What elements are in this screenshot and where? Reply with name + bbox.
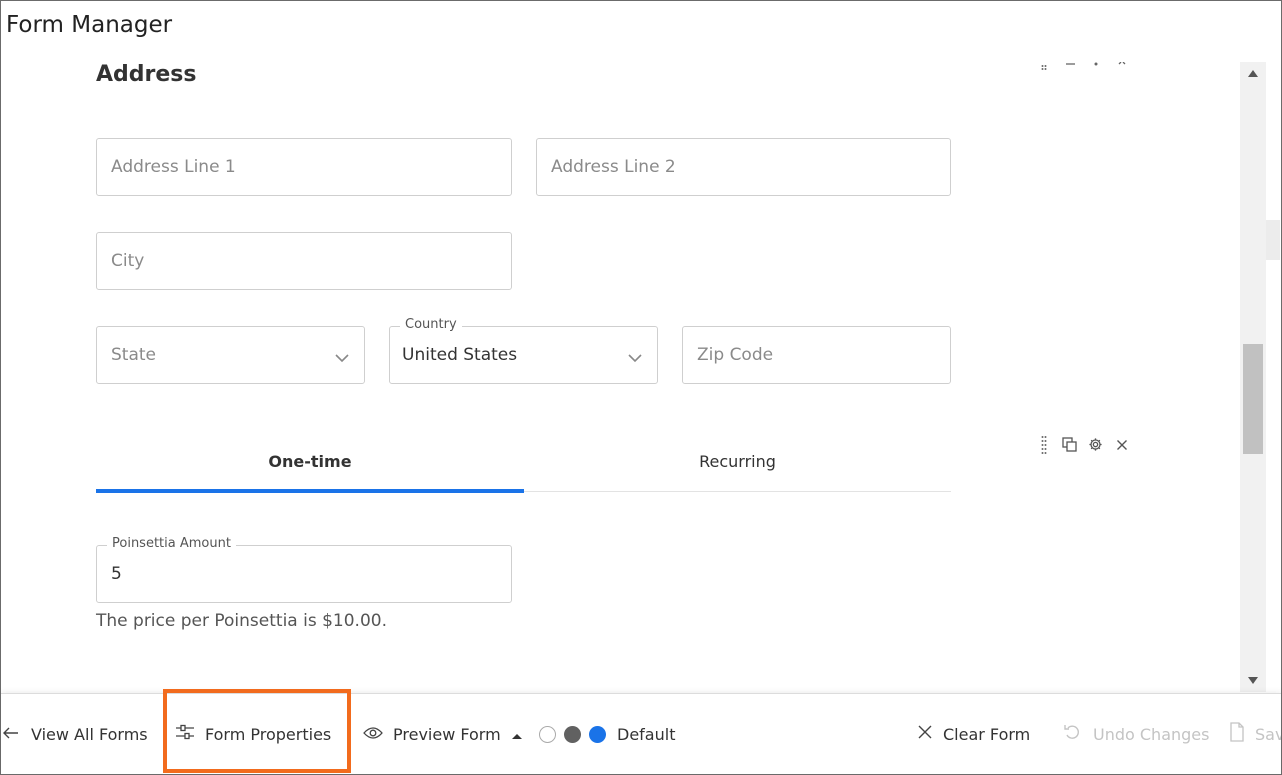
scroll-down-arrow-icon[interactable] bbox=[1248, 677, 1258, 684]
poinsettia-amount-input[interactable]: Poinsettia Amount 5 bbox=[96, 536, 512, 603]
close-icon[interactable] bbox=[1113, 62, 1130, 71]
theme-selector[interactable]: Default bbox=[539, 694, 675, 774]
form-canvas: Address Address Line 1 Address Line 2 Ci… bbox=[1, 62, 1217, 692]
view-all-forms-label: View All Forms bbox=[31, 724, 148, 744]
theme-label: Default bbox=[617, 724, 676, 744]
scroll-thumb[interactable] bbox=[1243, 344, 1263, 454]
right-gutter bbox=[1266, 220, 1280, 260]
tab-one-time[interactable]: One-time bbox=[96, 432, 524, 490]
address-line1-placeholder: Address Line 1 bbox=[111, 157, 236, 177]
tab-active-indicator bbox=[96, 489, 524, 493]
gear-icon[interactable] bbox=[1087, 62, 1104, 71]
state-placeholder: State bbox=[111, 345, 156, 365]
vertical-scrollbar[interactable] bbox=[1240, 62, 1266, 692]
block-controls bbox=[1035, 435, 1130, 454]
app-title: Form Manager bbox=[6, 12, 173, 38]
address-line1-input[interactable]: Address Line 1 bbox=[96, 138, 512, 196]
preview-form-label: Preview Form bbox=[393, 724, 501, 744]
theme-swatch-gray[interactable] bbox=[564, 725, 581, 743]
view-all-forms-button[interactable]: View All Forms bbox=[1, 694, 148, 774]
price-help-text: The price per Poinsettia is $10.00. bbox=[96, 611, 387, 631]
caret-up-icon bbox=[511, 725, 523, 744]
section-controls bbox=[1035, 62, 1130, 71]
address-line2-input[interactable]: Address Line 2 bbox=[536, 138, 951, 196]
city-input[interactable]: City bbox=[96, 232, 512, 290]
drag-handle-icon[interactable] bbox=[1035, 62, 1052, 71]
tab-recurring[interactable]: Recurring bbox=[524, 432, 951, 490]
zip-code-placeholder: Zip Code bbox=[697, 345, 774, 365]
poinsettia-amount-label: Poinsettia Amount bbox=[107, 536, 236, 551]
undo-changes-label: Undo Changes bbox=[1093, 724, 1210, 744]
theme-swatch-blue[interactable] bbox=[589, 725, 606, 743]
chevron-down-icon bbox=[627, 350, 643, 363]
poinsettia-amount-value: 5 bbox=[111, 564, 122, 584]
document-icon bbox=[1229, 722, 1245, 746]
undo-changes-button[interactable]: Undo Changes bbox=[1063, 694, 1209, 774]
duplicate-icon[interactable] bbox=[1061, 436, 1078, 453]
arrow-left-icon bbox=[1, 725, 21, 744]
clear-form-button[interactable]: Clear Form bbox=[917, 694, 1030, 774]
close-icon bbox=[917, 724, 933, 744]
save-button[interactable]: Sav bbox=[1229, 694, 1281, 774]
save-label: Sav bbox=[1255, 724, 1281, 744]
country-value: United States bbox=[402, 345, 518, 365]
close-icon[interactable] bbox=[1113, 436, 1130, 453]
country-select[interactable]: Country United States bbox=[389, 317, 658, 384]
clear-form-label: Clear Form bbox=[943, 724, 1031, 744]
duplicate-icon[interactable] bbox=[1061, 62, 1078, 71]
eye-icon bbox=[363, 725, 383, 744]
gear-icon[interactable] bbox=[1087, 436, 1104, 453]
preview-form-button[interactable]: Preview Form bbox=[363, 694, 523, 774]
payment-tabs: One-time Recurring bbox=[96, 432, 951, 493]
drag-handle-icon[interactable] bbox=[1035, 435, 1052, 454]
zip-code-input[interactable]: Zip Code bbox=[682, 326, 951, 384]
undo-icon bbox=[1063, 723, 1083, 745]
chevron-down-icon bbox=[334, 350, 350, 363]
highlight-box bbox=[163, 689, 351, 773]
country-label: Country bbox=[400, 317, 462, 332]
theme-swatch-white[interactable] bbox=[539, 725, 556, 743]
city-placeholder: City bbox=[111, 251, 145, 271]
scroll-up-arrow-icon[interactable] bbox=[1248, 70, 1258, 77]
state-select[interactable]: State bbox=[96, 326, 365, 384]
address-line2-placeholder: Address Line 2 bbox=[551, 157, 676, 177]
section-title: Address bbox=[96, 62, 197, 87]
